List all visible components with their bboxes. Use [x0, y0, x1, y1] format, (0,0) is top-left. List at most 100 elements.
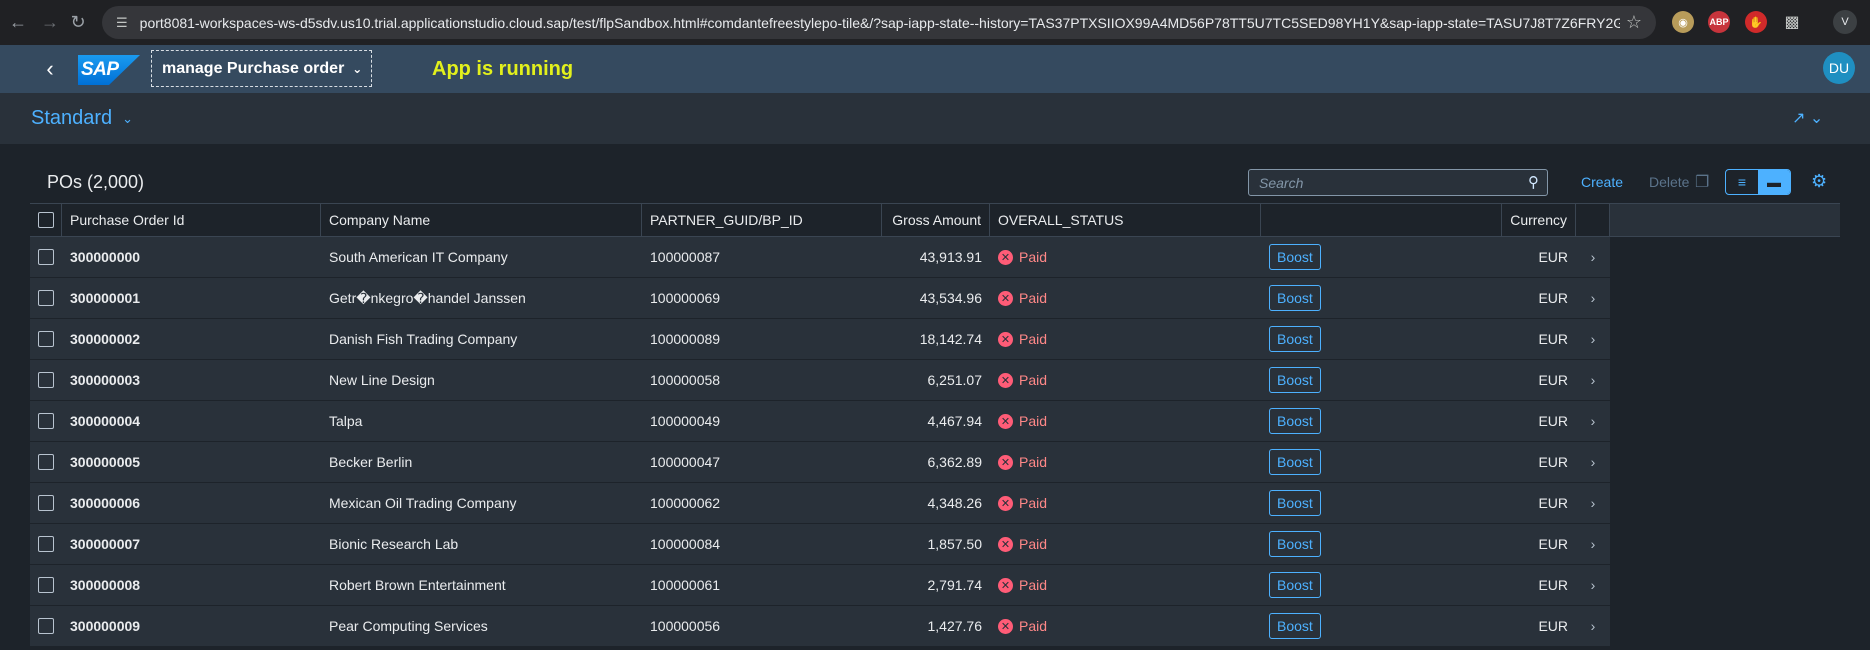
chevron-right-icon[interactable]: › — [1576, 278, 1610, 318]
row-select-checkbox[interactable] — [30, 401, 62, 441]
po-id: 300000006 — [70, 495, 141, 511]
row-select-checkbox[interactable] — [30, 278, 62, 318]
chevron-right-icon[interactable]: › — [1576, 565, 1610, 605]
url-text[interactable]: port8081-workspaces-ws-d5sdv.us10.trial.… — [140, 15, 1620, 31]
status-badge: ✕ Paid — [998, 290, 1047, 306]
po-id: 300000004 — [70, 413, 141, 429]
row-select-checkbox[interactable] — [30, 524, 62, 564]
chevron-right-icon[interactable]: › — [1576, 524, 1610, 564]
view-toggle[interactable]: ≡ ▬ — [1725, 169, 1791, 195]
list-view-icon[interactable]: ▬ — [1758, 170, 1790, 194]
chevron-right-icon[interactable]: › — [1576, 401, 1610, 441]
site-settings-icon[interactable]: ☰ — [116, 15, 128, 31]
table-row[interactable]: 300000001 Getr�nkegro�handel Janssen 100… — [30, 278, 1610, 319]
copy-icon[interactable]: ❐ — [1695, 172, 1709, 192]
adblock-extension-icon[interactable]: ABP — [1708, 11, 1730, 33]
row-select-checkbox[interactable] — [30, 237, 62, 277]
variant-selector[interactable]: Standard ⌄ — [31, 107, 133, 130]
column-header-id[interactable]: Purchase Order Id — [62, 204, 321, 236]
share-icon[interactable]: ↗ ⌄ — [1792, 108, 1823, 128]
boost-button[interactable]: Boost — [1269, 285, 1321, 311]
checkbox-box[interactable] — [38, 331, 54, 347]
boost-button[interactable]: Boost — [1269, 408, 1321, 434]
checkbox-box[interactable] — [38, 618, 54, 634]
app-title-menu[interactable]: manage Purchase order ⌄ — [151, 50, 372, 87]
error-circle-icon: ✕ — [998, 577, 1013, 593]
boost-button[interactable]: Boost — [1269, 367, 1321, 393]
select-all-checkbox[interactable] — [30, 204, 62, 236]
status-badge: ✕ Paid — [998, 577, 1047, 593]
boost-button[interactable]: Boost — [1269, 572, 1321, 598]
currency: EUR — [1538, 536, 1568, 552]
checkbox-box[interactable] — [37, 212, 54, 228]
table-row[interactable]: 300000004 Talpa 100000049 4,467.94 ✕ Paid… — [30, 401, 1610, 442]
delete-button[interactable]: Delete — [1649, 174, 1689, 190]
create-button[interactable]: Create — [1581, 174, 1623, 190]
table-row[interactable]: 300000005 Becker Berlin 100000047 6,362.… — [30, 442, 1610, 483]
row-select-checkbox[interactable] — [30, 319, 62, 359]
chevron-right-icon[interactable]: › — [1576, 483, 1610, 523]
column-header-amount[interactable]: Gross Amount — [882, 204, 990, 236]
chevron-right-icon[interactable]: › — [1576, 319, 1610, 359]
boost-button[interactable]: Boost — [1269, 531, 1321, 557]
row-select-checkbox[interactable] — [30, 360, 62, 400]
po-table: Purchase Order Id Company Name PARTNER_G… — [30, 203, 1610, 647]
checkbox-box[interactable] — [38, 413, 54, 429]
hand-extension-icon[interactable]: ✋ — [1745, 11, 1767, 33]
back-icon[interactable]: ← — [0, 4, 36, 40]
chevron-right-icon[interactable]: › — [1576, 360, 1610, 400]
gross-amount: 6,251.07 — [927, 372, 983, 388]
search-icon[interactable]: ⚲ — [1528, 173, 1539, 191]
shell-back-icon[interactable]: ‹ — [36, 55, 64, 83]
sap-logo[interactable]: SAP — [78, 55, 140, 85]
checkbox-box[interactable] — [38, 577, 54, 593]
column-header-company[interactable]: Company Name — [321, 204, 642, 236]
checkbox-box[interactable] — [38, 536, 54, 552]
gear-icon[interactable]: ⚙ — [1811, 171, 1827, 192]
checkbox-box[interactable] — [38, 454, 54, 470]
table-row[interactable]: 300000002 Danish Fish Trading Company 10… — [30, 319, 1610, 360]
table-row[interactable]: 300000006 Mexican Oil Trading Company 10… — [30, 483, 1610, 524]
table-row[interactable]: 300000009 Pear Computing Services 100000… — [30, 606, 1610, 647]
checkbox-box[interactable] — [38, 372, 54, 388]
row-select-checkbox[interactable] — [30, 606, 62, 646]
boost-button[interactable]: Boost — [1269, 613, 1321, 639]
row-select-checkbox[interactable] — [30, 565, 62, 605]
row-select-checkbox[interactable] — [30, 483, 62, 523]
checkbox-box[interactable] — [38, 290, 54, 306]
po-id: 300000000 — [70, 249, 141, 265]
table-row[interactable]: 300000003 New Line Design 100000058 6,25… — [30, 360, 1610, 401]
checkbox-box[interactable] — [38, 249, 54, 265]
extensions-puzzle-icon[interactable]: ▩ — [1781, 11, 1803, 33]
boost-button[interactable]: Boost — [1269, 490, 1321, 516]
table-row[interactable]: 300000007 Bionic Research Lab 100000084 … — [30, 524, 1610, 565]
user-avatar[interactable]: DU — [1823, 52, 1855, 84]
owl-extension-icon[interactable]: ◉ — [1672, 11, 1694, 33]
column-header-status[interactable]: OVERALL_STATUS — [990, 204, 1261, 236]
currency: EUR — [1538, 372, 1568, 388]
table-row[interactable]: 300000000 South American IT Company 1000… — [30, 237, 1610, 278]
tree-view-icon[interactable]: ≡ — [1726, 170, 1758, 194]
address-bar[interactable]: ☰ port8081-workspaces-ws-d5sdv.us10.tria… — [102, 6, 1656, 39]
company-name: Talpa — [329, 413, 363, 429]
column-header-partner[interactable]: PARTNER_GUID/BP_ID — [642, 204, 882, 236]
search-input[interactable]: Search ⚲ — [1248, 169, 1548, 196]
boost-button[interactable]: Boost — [1269, 244, 1321, 270]
error-circle-icon: ✕ — [998, 495, 1013, 511]
column-header-currency[interactable]: Currency — [1502, 204, 1576, 236]
table-row[interactable]: 300000008 Robert Brown Entertainment 100… — [30, 565, 1610, 606]
row-select-checkbox[interactable] — [30, 442, 62, 482]
bookmark-star-icon[interactable]: ☆ — [1626, 12, 1642, 33]
reload-icon[interactable]: ↻ — [60, 4, 96, 40]
status-badge: ✕ Paid — [998, 331, 1047, 347]
app-status-text: App is running — [432, 58, 574, 80]
table-header-row: Purchase Order Id Company Name PARTNER_G… — [30, 203, 1610, 237]
status-badge: ✕ Paid — [998, 454, 1047, 470]
chevron-right-icon[interactable]: › — [1576, 606, 1610, 646]
boost-button[interactable]: Boost — [1269, 326, 1321, 352]
boost-button[interactable]: Boost — [1269, 449, 1321, 475]
chevron-right-icon[interactable]: › — [1576, 442, 1610, 482]
browser-profile-avatar[interactable]: V — [1833, 10, 1857, 34]
checkbox-box[interactable] — [38, 495, 54, 511]
chevron-right-icon[interactable]: › — [1576, 237, 1610, 277]
